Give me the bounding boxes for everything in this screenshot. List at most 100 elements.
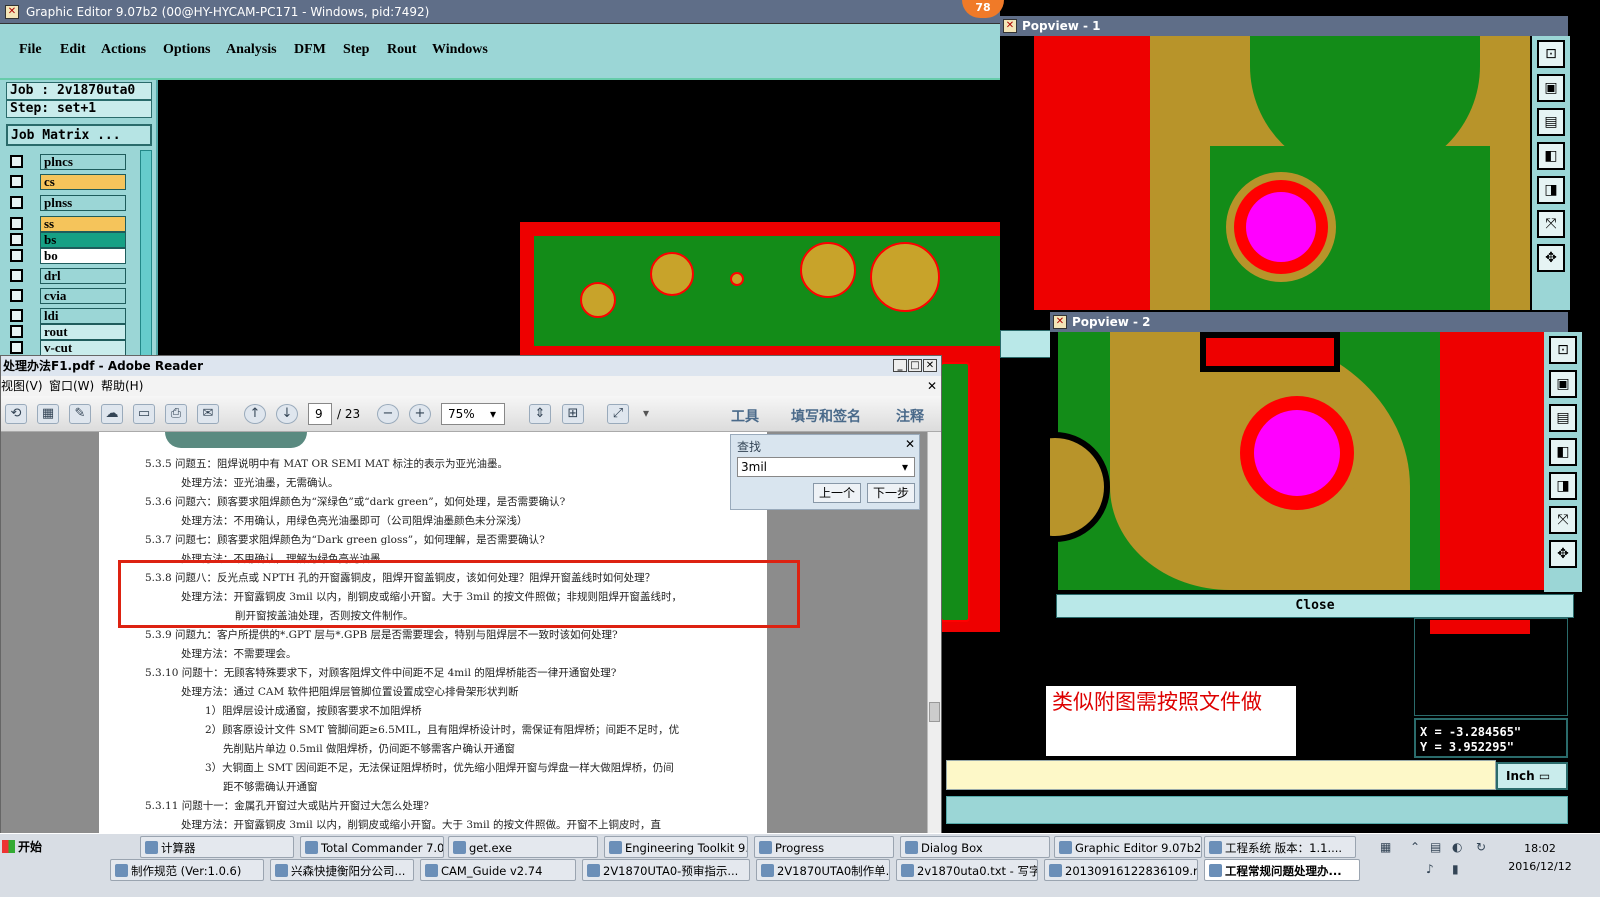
pan-icon[interactable]: ◧	[1549, 438, 1577, 466]
taskbar-item[interactable]: 工程系统 版本：1.1....	[1204, 836, 1356, 858]
layer-checkbox[interactable]	[10, 289, 23, 302]
minimize-button[interactable]: _	[893, 359, 907, 372]
taskbar-item[interactable]: 2V1870UTA0-预审指示...	[582, 859, 750, 881]
taskbar-item[interactable]: Progress	[754, 836, 894, 858]
layer-checkbox[interactable]	[10, 233, 23, 246]
fit-window-icon[interactable]: ⤧	[1549, 506, 1577, 534]
taskbar-item[interactable]: Total Commander 7.0 p...	[300, 836, 444, 858]
security-icon[interactable]: ◐	[1452, 840, 1462, 854]
battery-icon[interactable]: ▮	[1452, 862, 1459, 876]
close-document-icon[interactable]: ✕	[927, 376, 937, 396]
edit-icon[interactable]: ✎	[69, 404, 91, 424]
volume-icon[interactable]: ♪	[1426, 862, 1434, 876]
layer-checkbox[interactable]	[10, 155, 23, 168]
zoom-select[interactable]: 75% ▾	[441, 403, 505, 425]
zoom-fit-icon[interactable]: ⊡	[1537, 40, 1565, 68]
page-number-input[interactable]: 9	[308, 403, 332, 425]
home-icon[interactable]: ◨	[1537, 176, 1565, 204]
menu-file[interactable]: File	[19, 42, 42, 58]
taskbar-item[interactable]: Engineering Toolkit 9.0...	[604, 836, 748, 858]
layer-checkbox[interactable]	[10, 325, 23, 338]
fill-sign-link[interactable]: 填写和签名	[791, 406, 861, 426]
taskbar-item[interactable]: Graphic Editor 9.07b2 (...	[1054, 836, 1202, 858]
zoom-out-icon[interactable]: −	[377, 404, 399, 424]
pan-icon[interactable]: ◧	[1537, 142, 1565, 170]
layer-checkbox[interactable]	[10, 217, 23, 230]
zoom-in-icon[interactable]: ▣	[1537, 74, 1565, 102]
zoom-out-icon[interactable]: ▤	[1549, 404, 1577, 432]
layer-row[interactable]: plncs	[10, 154, 128, 170]
menu-edit[interactable]: Edit	[60, 42, 86, 58]
menu-window[interactable]: 窗口(W)	[49, 376, 94, 396]
next-page-icon[interactable]: ↓	[276, 404, 298, 424]
layer-checkbox[interactable]	[10, 249, 23, 262]
layer-checkbox[interactable]	[10, 196, 23, 209]
layer-checkbox[interactable]	[10, 341, 23, 354]
menu-dfm[interactable]: DFM	[294, 42, 326, 58]
close-icon[interactable]: ✕	[905, 437, 915, 451]
scroll-thumb[interactable]	[929, 702, 940, 722]
job-matrix-button[interactable]: Job Matrix ...	[6, 124, 152, 146]
save-icon[interactable]: ▭	[133, 404, 155, 424]
menu-view[interactable]: 视图(V)	[1, 376, 43, 396]
layer-checkbox[interactable]	[10, 269, 23, 282]
taskbar-item[interactable]: Dialog Box	[900, 836, 1050, 858]
layer-scrollbar[interactable]	[140, 150, 152, 380]
device-icon[interactable]: ▤	[1430, 840, 1441, 854]
taskbar-item[interactable]: 2v1870uta0.txt - 写字板	[896, 859, 1038, 881]
layer-row[interactable]: ss	[10, 216, 128, 232]
center-icon[interactable]: ✥	[1549, 540, 1577, 568]
update-icon[interactable]: ↻	[1476, 840, 1486, 854]
taskbar-item[interactable]: 2V1870UTA0制作单.xls...	[756, 859, 890, 881]
taskbar-item[interactable]: 工程常规问题处理办...	[1204, 859, 1360, 881]
maximize-button[interactable]: □	[908, 359, 922, 372]
zoom-fit-icon[interactable]: ⊡	[1549, 336, 1577, 364]
layer-row[interactable]: bo	[10, 248, 128, 264]
create-pdf-icon[interactable]: ⟲	[5, 404, 27, 424]
mini-map[interactable]	[1414, 618, 1568, 716]
layer-row[interactable]: cvia	[10, 288, 128, 304]
layer-checkbox[interactable]	[10, 175, 23, 188]
menu-options[interactable]: Options	[163, 42, 210, 58]
taskbar-item[interactable]: 制作规范 (Ver:1.0.6)	[110, 859, 264, 881]
layer-row[interactable]: plnss	[10, 195, 128, 211]
taskbar-item[interactable]: get.exe	[448, 836, 598, 858]
home-icon[interactable]: ◨	[1549, 472, 1577, 500]
clock[interactable]: 18:02 2016/12/12	[1500, 840, 1580, 880]
popview-2-canvas[interactable]	[1050, 332, 1544, 592]
zoom-in-icon[interactable]: +	[409, 404, 431, 424]
tools-link[interactable]: 工具	[731, 406, 759, 426]
email-icon[interactable]: ✉	[197, 404, 219, 424]
document-scrollbar[interactable]	[927, 432, 941, 834]
network-icon[interactable]: ▦	[1380, 840, 1391, 854]
combine-icon[interactable]: ▦	[37, 404, 59, 424]
units-dropdown[interactable]: Inch ▭	[1496, 762, 1568, 790]
taskbar-item[interactable]: CAM_Guide v2.74	[420, 859, 576, 881]
fit-page-icon[interactable]: ⊞	[562, 404, 584, 424]
zoom-in-icon[interactable]: ▣	[1549, 370, 1577, 398]
menu-analysis[interactable]: Analysis	[226, 42, 277, 58]
scroll-mode-icon[interactable]: ⇕	[529, 404, 551, 424]
menu-windows[interactable]: Windows	[432, 42, 488, 58]
layer-row[interactable]: v-cut	[10, 340, 128, 356]
menu-help[interactable]: 帮助(H)	[101, 376, 143, 396]
popview-1-canvas[interactable]	[1000, 36, 1532, 310]
comment-link[interactable]: 注释	[896, 406, 924, 426]
layer-row[interactable]: rout	[10, 324, 128, 340]
taskbar-item[interactable]: 20130916122836109.rt...	[1044, 859, 1198, 881]
toolbar-more-icon[interactable]: ▾	[643, 406, 649, 420]
center-icon[interactable]: ✥	[1537, 244, 1565, 272]
layer-row[interactable]: cs	[10, 174, 128, 190]
tray-arrow-icon[interactable]: ⌃	[1410, 840, 1420, 854]
print-icon[interactable]: ⎙	[165, 404, 187, 424]
menu-step[interactable]: Step	[343, 42, 369, 58]
layer-checkbox[interactable]	[10, 309, 23, 322]
taskbar-item[interactable]: 兴森快捷衡阳分公司...	[270, 859, 414, 881]
close-button[interactable]: Close	[1056, 594, 1574, 618]
find-prev-button[interactable]: 上一个	[813, 483, 861, 503]
layer-row[interactable]: ldi	[10, 308, 128, 324]
fit-window-icon[interactable]: ⤧	[1537, 210, 1565, 238]
menu-actions[interactable]: Actions	[101, 42, 146, 58]
find-input[interactable]: 3mil ▾	[737, 457, 915, 477]
prev-page-icon[interactable]: ↑	[244, 404, 266, 424]
